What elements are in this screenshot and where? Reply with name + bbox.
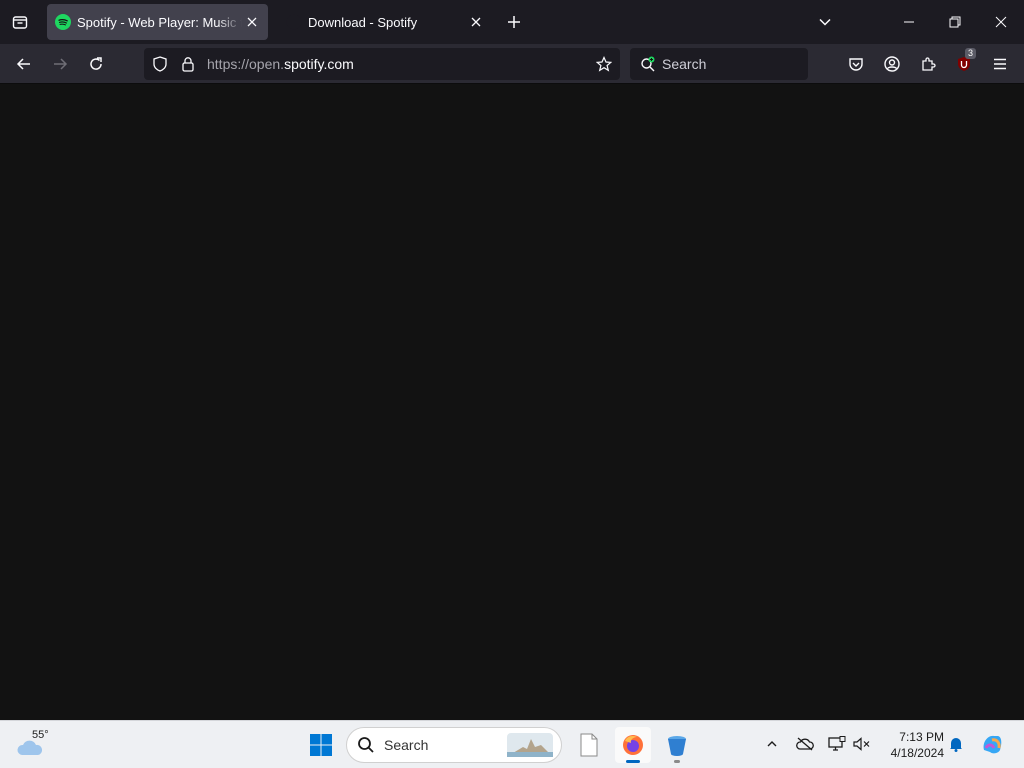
clock-date: 4/18/2024 <box>890 746 944 760</box>
back-button[interactable] <box>12 52 36 76</box>
taskbar-firefox[interactable] <box>615 727 651 763</box>
volume-tray-button[interactable] <box>851 733 873 755</box>
tab-close-button[interactable] <box>242 12 262 32</box>
weather-widget[interactable]: 55° <box>16 729 56 761</box>
arrow-left-icon <box>16 58 30 70</box>
show-hidden-icons-button[interactable] <box>761 733 783 755</box>
tab-close-button[interactable] <box>466 12 486 32</box>
search-placeholder: Search <box>662 56 707 72</box>
taskbar-app-bucket[interactable] <box>659 727 695 763</box>
tab-download-spotify[interactable]: Download - Spotify <box>278 4 492 40</box>
account-button[interactable] <box>880 52 904 76</box>
monitor-network-icon <box>828 736 846 751</box>
firefox-view-button[interactable] <box>8 10 32 34</box>
tab-strip: Spotify - Web Player: Music for everyone… <box>0 0 1024 44</box>
close-window-button[interactable] <box>978 0 1024 44</box>
shield-icon[interactable] <box>152 56 168 72</box>
ublock-origin-button[interactable]: 3 <box>952 48 977 76</box>
start-button[interactable] <box>306 729 336 761</box>
arrow-right-icon <box>54 58 68 70</box>
bookmark-star-icon[interactable] <box>596 56 612 72</box>
blank-file-icon <box>580 733 598 757</box>
url-domain: spotify.com <box>284 56 354 72</box>
search-engine-icon <box>641 56 655 72</box>
chevron-down-icon <box>819 18 831 26</box>
taskbar-clock[interactable]: 7:13 PM 4/18/2024 <box>880 729 944 761</box>
tab-title: Spotify - Web Player: Music for everyone <box>77 14 242 30</box>
clock-time: 7:13 PM <box>899 730 944 744</box>
taskbar: 55° Search 7:13 PM 4/18/2024 <box>0 720 1024 768</box>
restore-icon <box>949 16 961 28</box>
notifications-button[interactable] <box>945 733 967 755</box>
hamburger-menu-icon <box>994 58 1006 70</box>
puzzle-icon <box>922 57 936 71</box>
page-content <box>0 84 1024 720</box>
speaker-muted-icon <box>853 737 870 751</box>
new-tab-button[interactable] <box>503 11 525 33</box>
browser-window: Spotify - Web Player: Music for everyone… <box>0 0 1024 720</box>
lock-icon[interactable] <box>180 56 196 72</box>
search-icon <box>358 737 374 753</box>
firefox-icon <box>623 735 643 755</box>
close-icon <box>247 17 257 27</box>
pocket-button[interactable] <box>844 52 868 76</box>
weather-temperature: 55° <box>32 729 49 741</box>
taskbar-search-placeholder: Search <box>384 737 429 753</box>
url-prefix: https://open. <box>207 56 285 72</box>
tab-title: Download - Spotify <box>308 14 418 30</box>
close-icon <box>471 17 481 27</box>
active-app-indicator <box>626 760 640 763</box>
tab-spotify-web-player[interactable]: Spotify - Web Player: Music for everyone <box>47 4 268 40</box>
plus-icon <box>508 16 520 28</box>
windows-logo-icon <box>310 734 332 756</box>
open-app-indicator <box>674 760 680 763</box>
navigation-toolbar: https://open.spotify.com Search 3 <box>0 44 1024 84</box>
list-all-tabs-button[interactable] <box>814 11 836 33</box>
copilot-icon <box>983 735 1002 754</box>
restore-button[interactable] <box>932 0 978 44</box>
reload-icon <box>90 57 102 70</box>
pocket-icon <box>849 58 863 71</box>
minimize-icon <box>904 21 914 23</box>
onedrive-tray-button[interactable] <box>794 733 816 755</box>
spotify-icon <box>55 14 71 30</box>
firefox-view-icon <box>12 16 28 29</box>
close-icon <box>995 16 1007 28</box>
cloud-offline-icon <box>796 737 814 751</box>
extensions-button[interactable] <box>916 52 940 76</box>
search-highlight-image <box>507 733 553 757</box>
reload-button[interactable] <box>84 52 108 76</box>
url-text[interactable]: https://open.spotify.com <box>207 56 596 72</box>
app-menu-button[interactable] <box>988 52 1012 76</box>
spotify-dark-icon <box>286 14 302 30</box>
extension-badge: 3 <box>965 48 977 59</box>
account-icon <box>884 56 900 72</box>
bell-icon <box>950 738 962 752</box>
taskbar-search-box[interactable]: Search <box>346 727 562 763</box>
address-bar[interactable]: https://open.spotify.com <box>144 48 620 80</box>
bucket-app-icon <box>668 736 686 756</box>
minimize-button[interactable] <box>886 0 932 44</box>
forward-button[interactable] <box>48 52 72 76</box>
taskbar-file-explorer[interactable] <box>571 727 607 763</box>
copilot-button[interactable] <box>980 732 1004 756</box>
network-tray-button[interactable] <box>826 733 848 755</box>
search-bar[interactable]: Search <box>630 48 808 80</box>
chevron-up-icon <box>767 741 777 747</box>
